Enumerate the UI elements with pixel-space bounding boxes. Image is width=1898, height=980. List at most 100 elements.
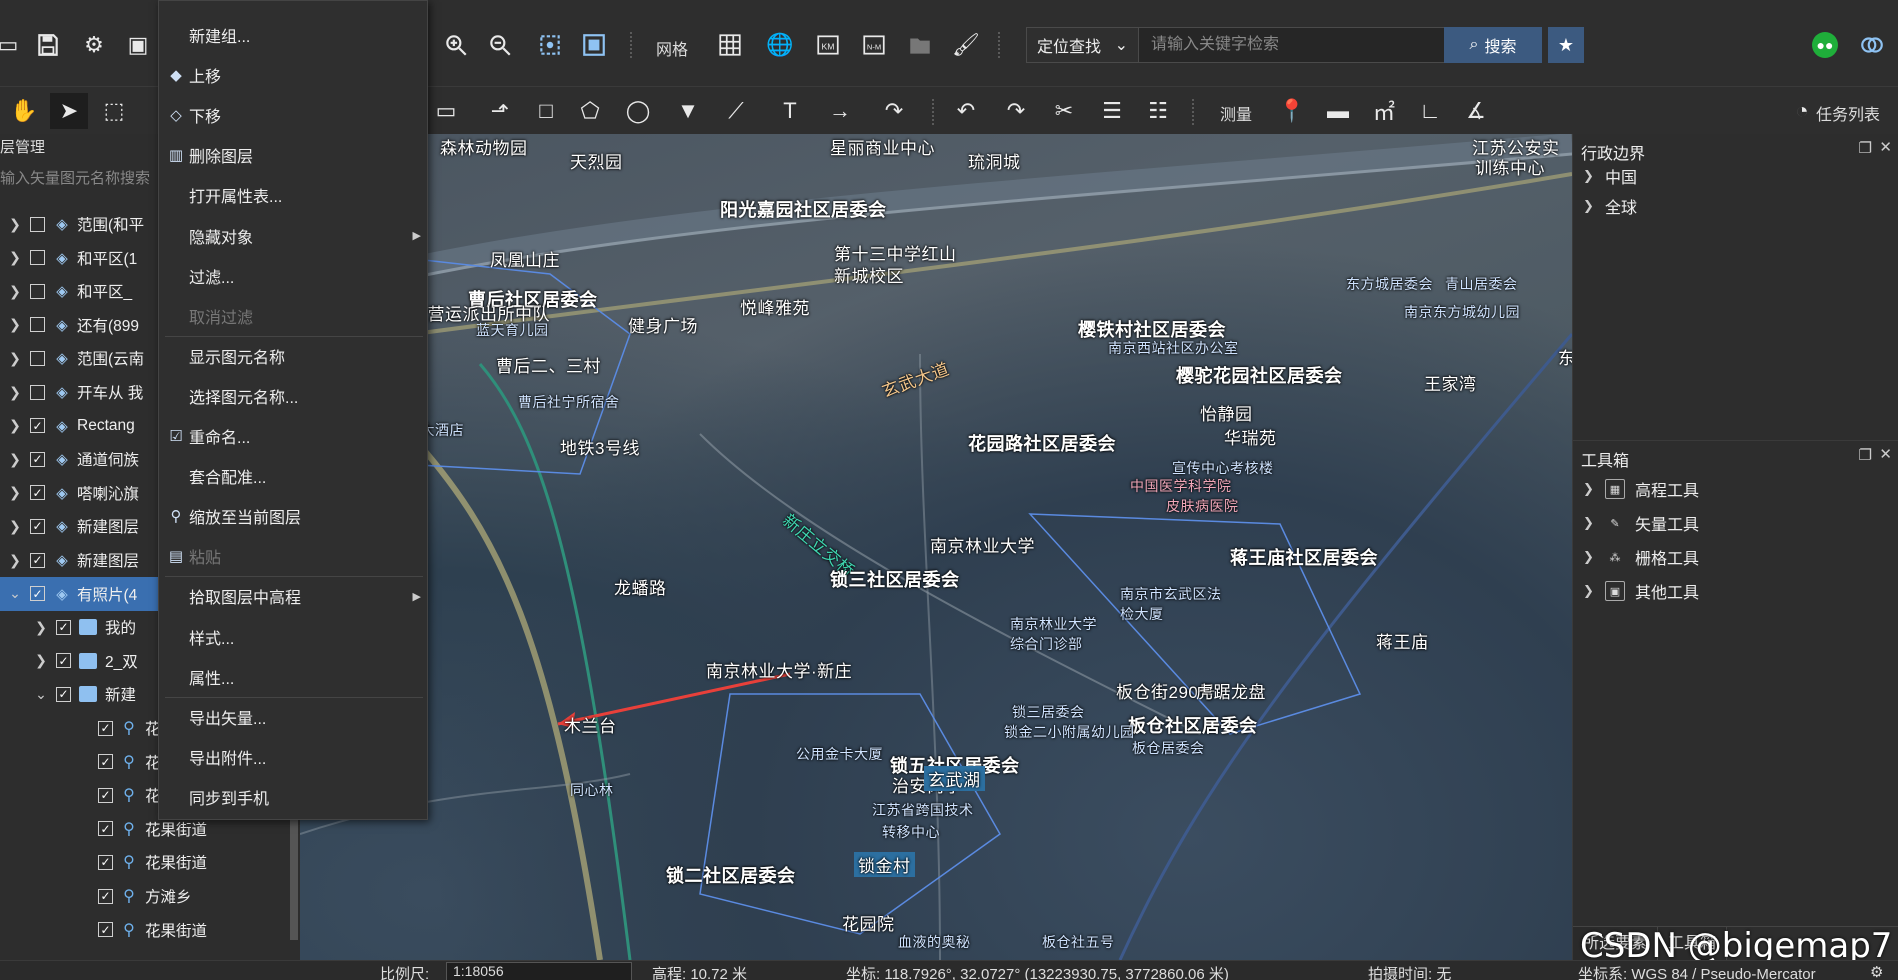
arrow-tool-icon[interactable]: → [824, 95, 856, 127]
layer-visibility-checkbox[interactable] [98, 821, 113, 837]
redo-icon[interactable]: ↷ [1000, 95, 1032, 127]
layer-visibility-checkbox[interactable] [30, 552, 45, 568]
layer-visibility-checkbox[interactable] [98, 888, 113, 904]
layer-visibility-checkbox[interactable] [30, 250, 45, 266]
scale-select[interactable]: 1:18056 [446, 962, 632, 980]
context-menu-item[interactable]: 隐藏对象 ▶ [159, 216, 427, 256]
layer-visibility-checkbox[interactable] [30, 350, 45, 366]
context-menu-item[interactable]: 新建组... [159, 15, 427, 55]
layer-tree-row[interactable]: ⚲ 方滩乡 [0, 879, 300, 913]
area-measure-icon[interactable]: ㎡ [1368, 95, 1400, 127]
chevron-right-icon[interactable]: ❯ [8, 249, 22, 266]
select-arrow-icon[interactable]: ➤ [50, 93, 88, 129]
share-icon[interactable] [1856, 29, 1888, 61]
chevron-right-icon[interactable]: ❯ [34, 652, 48, 669]
context-menu-item[interactable]: 导出矢量... [159, 697, 427, 737]
layer-visibility-checkbox[interactable] [30, 418, 45, 434]
zoom-in-icon[interactable] [440, 29, 472, 61]
tool-item-vector[interactable]: ❯ ✎ 矢量工具 [1583, 509, 1699, 537]
chevron-right-icon[interactable]: ❯ [8, 484, 22, 501]
admin-item[interactable]: ❯ 中国 [1583, 162, 1637, 190]
list-disabled-icon[interactable]: ☷ [1142, 95, 1174, 127]
grid-icon[interactable] [714, 29, 746, 61]
settings-gear-icon[interactable]: ⚙ [78, 29, 110, 61]
layer-visibility-checkbox[interactable] [30, 216, 45, 232]
favorites-star-button[interactable]: ★ [1548, 27, 1584, 63]
admin-item[interactable]: ❯ 全球 [1583, 192, 1637, 220]
layer-tree-row[interactable]: ⚲ 花果街道 [0, 845, 300, 879]
chevron-right-icon[interactable]: ❯ [8, 552, 22, 569]
chevron-right-icon[interactable]: ❯ [8, 451, 22, 468]
pan-hand-icon[interactable]: ✋ [8, 95, 40, 127]
close-icon[interactable]: ✕ [1879, 445, 1892, 463]
restore-window-icon[interactable]: ❐ [1859, 139, 1872, 157]
chevron-right-icon[interactable]: ❯ [8, 384, 22, 401]
km-grid-icon[interactable]: KM [812, 29, 844, 61]
tool-item-elevation[interactable]: ❯ ▦ 高程工具 [1583, 475, 1699, 503]
chevron-right-icon[interactable]: ❯ [8, 283, 22, 300]
layer-visibility-checkbox[interactable] [98, 787, 113, 803]
location-pin-icon[interactable]: 📍 [1276, 95, 1308, 127]
brush-icon[interactable]: 🖌 [950, 29, 982, 61]
scissors-icon[interactable]: ✂ [1048, 95, 1080, 127]
edit-list-icon[interactable]: ☰ [1096, 95, 1128, 127]
wechat-icon[interactable]: ●● [1812, 32, 1838, 58]
polygon-tool-icon[interactable]: ⬠ [574, 95, 606, 127]
chevron-right-icon[interactable]: ❯ [8, 518, 22, 535]
context-menu-item[interactable]: ☑ 重命名... [159, 416, 427, 456]
line-tool-icon[interactable]: ⬏ [484, 95, 516, 127]
layer-visibility-checkbox[interactable] [30, 586, 45, 602]
layer-visibility-checkbox[interactable] [30, 518, 45, 534]
context-menu-item[interactable]: ◆ 上移 [159, 55, 427, 95]
undo-icon[interactable]: ↶ [950, 95, 982, 127]
context-menu-item[interactable]: 打开属性表... [159, 175, 427, 215]
open-file-icon[interactable]: ▭ [0, 29, 24, 61]
text-tool-icon[interactable]: T [774, 95, 806, 127]
close-icon[interactable]: ✕ [1879, 138, 1892, 156]
chevron-down-icon[interactable]: ⌄ [8, 585, 22, 602]
layer-visibility-checkbox[interactable] [30, 451, 45, 467]
azimuth-measure-icon[interactable]: ∡ [1460, 95, 1492, 127]
globe-grid-icon[interactable]: 🌐 [764, 29, 796, 61]
task-list-label[interactable]: 任务列表 [1816, 101, 1880, 125]
context-menu-item[interactable]: 导出附件... [159, 737, 427, 777]
chevron-right-icon[interactable]: ❯ [8, 216, 22, 233]
context-menu-item[interactable]: 选择图元名称... [159, 376, 427, 416]
search-button[interactable]: ⌕ 搜索 [1444, 27, 1542, 63]
layer-visibility-checkbox[interactable] [56, 653, 71, 669]
context-menu-item[interactable]: 套合配准... [159, 456, 427, 496]
distance-measure-icon[interactable]: ▬ [1322, 95, 1354, 127]
context-menu-item[interactable]: ◇ 下移 [159, 95, 427, 135]
layer-visibility-checkbox[interactable] [30, 317, 45, 333]
context-menu-item[interactable]: ⚲ 缩放至当前图层 [159, 496, 427, 536]
zoom-out-icon[interactable] [484, 29, 516, 61]
square-tool-icon[interactable]: □ [530, 95, 562, 127]
layer-visibility-checkbox[interactable] [30, 283, 45, 299]
search-input[interactable] [1139, 28, 1455, 62]
chevron-right-icon[interactable]: ❯ [8, 350, 22, 367]
layer-visibility-checkbox[interactable] [98, 720, 113, 736]
full-extent-icon[interactable] [534, 29, 566, 61]
layer-visibility-checkbox[interactable] [56, 619, 71, 635]
chevron-down-icon[interactable]: ⌄ [34, 686, 48, 703]
fill-tool-icon[interactable]: ▼ [672, 95, 704, 127]
box-select-icon[interactable]: ⬚ [98, 95, 130, 127]
map-view[interactable]: 森林动物园 天烈园 星丽商业中心 琉洞城 江苏公安实 训练中心 阳光嘉园社区居委会 第十三中学… [300, 134, 1572, 960]
context-menu-item[interactable]: 显示图元名称 [159, 336, 427, 376]
layer-visibility-checkbox[interactable] [98, 922, 113, 938]
layer-visibility-checkbox[interactable] [98, 754, 113, 770]
curve-tool-icon[interactable]: ↷ [878, 95, 910, 127]
tool-item-other[interactable]: ❯ ▣ 其他工具 [1583, 577, 1699, 605]
save-icon[interactable] [32, 29, 64, 61]
ruler-tool-icon[interactable]: ⟋ [720, 95, 752, 127]
context-menu-item[interactable]: ▥ 删除图层 [159, 135, 427, 175]
nm-grid-icon[interactable]: N-M [858, 29, 890, 61]
context-menu-item[interactable]: 样式... [159, 617, 427, 657]
layer-visibility-checkbox[interactable] [98, 854, 113, 870]
tool-item-raster[interactable]: ❯ ⁂ 栅格工具 [1583, 543, 1699, 571]
layer-visibility-checkbox[interactable] [30, 384, 45, 400]
layer-tree-row[interactable]: ⚲ 花果街道 [0, 913, 300, 947]
layer-visibility-checkbox[interactable] [56, 686, 71, 702]
fit-view-icon[interactable] [578, 29, 610, 61]
image-icon[interactable]: ▣ [122, 29, 154, 61]
